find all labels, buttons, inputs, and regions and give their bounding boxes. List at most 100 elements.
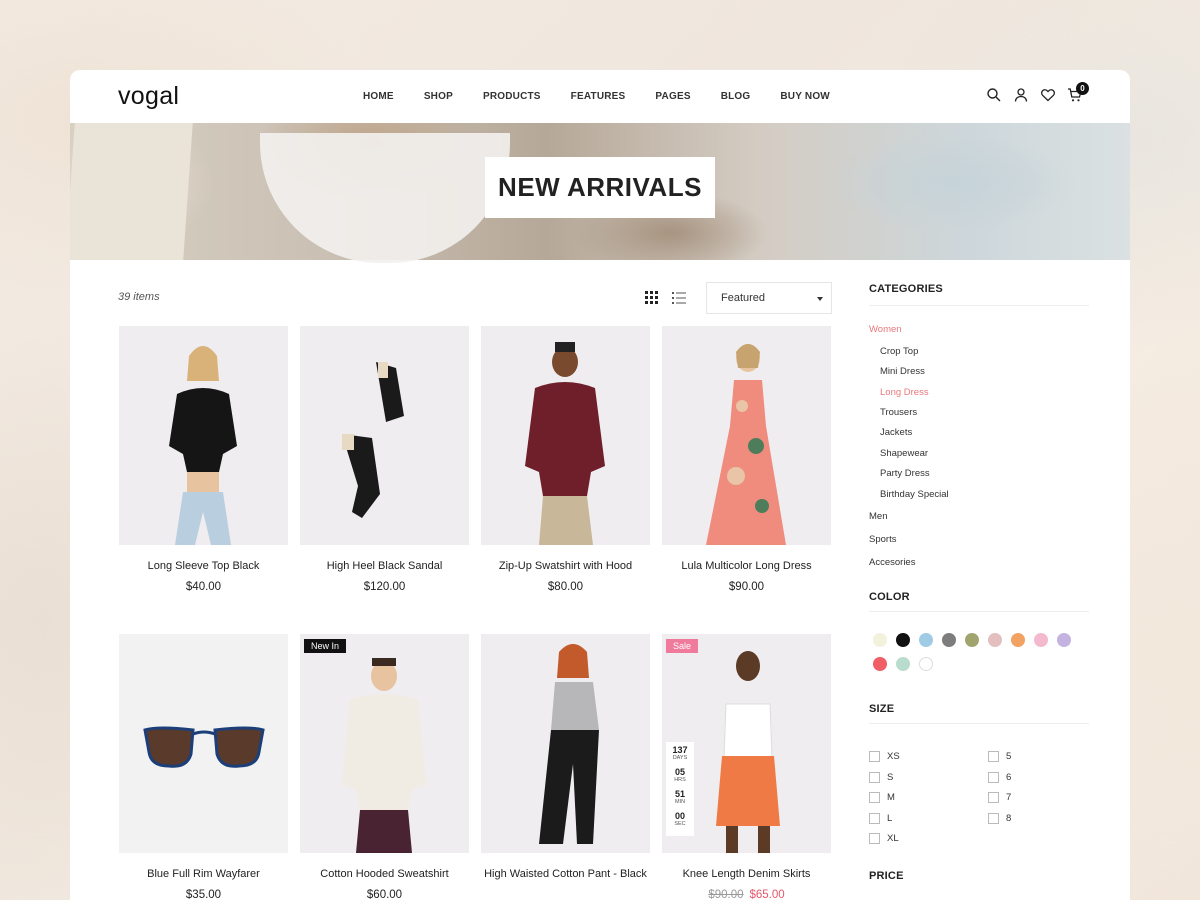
size-label: XL — [887, 833, 899, 844]
product-price-value: $60.00 — [366, 889, 403, 900]
sort-select[interactable]: Featured — [706, 282, 832, 314]
divider — [869, 305, 1089, 306]
nav-buy-now[interactable]: BUY NOW — [780, 91, 830, 102]
color-swatch[interactable] — [896, 633, 910, 647]
logo[interactable]: vogal — [118, 82, 179, 111]
category-jackets[interactable]: Jackets — [880, 427, 912, 438]
size-5-checkbox[interactable]: 5 — [988, 751, 1011, 762]
search-icon[interactable] — [986, 87, 1004, 105]
product-sale-price: $65.00 — [749, 889, 785, 900]
color-swatch[interactable] — [1034, 633, 1048, 647]
category-trousers[interactable]: Trousers — [880, 407, 917, 418]
product-name[interactable]: High Waisted Cotton Pant - Black — [481, 866, 650, 883]
product-price: $90.00 $65.00 — [662, 889, 831, 900]
size-xs-checkbox[interactable]: XS — [869, 751, 900, 762]
checkbox[interactable] — [869, 772, 880, 783]
checkbox[interactable] — [869, 792, 880, 803]
product-name[interactable]: Long Sleeve Top Black — [119, 558, 288, 575]
cart-icon[interactable]: 0 — [1067, 82, 1089, 105]
nav-features[interactable]: FEATURES — [571, 91, 626, 102]
color-swatch[interactable] — [942, 633, 956, 647]
size-8-checkbox[interactable]: 8 — [988, 813, 1011, 824]
category-sports[interactable]: Sports — [869, 534, 896, 545]
category-women[interactable]: Women — [869, 324, 902, 335]
product-price-value: $90.00 — [728, 581, 765, 593]
color-swatch[interactable] — [1011, 633, 1025, 647]
product-name[interactable]: Lula Multicolor Long Dress — [662, 558, 831, 575]
category-accesories[interactable]: Accesories — [869, 557, 915, 568]
size-6-checkbox[interactable]: 6 — [988, 772, 1011, 783]
size-l-checkbox[interactable]: L — [869, 813, 892, 824]
category-mini-dress[interactable]: Mini Dress — [880, 366, 925, 377]
color-swatch[interactable] — [988, 633, 1002, 647]
product-card[interactable]: Long Sleeve Top Black $40.00 — [119, 326, 288, 593]
nav-shop[interactable]: SHOP — [424, 91, 453, 102]
banner-backdrop-bowl — [260, 133, 510, 263]
nav-products[interactable]: PRODUCTS — [483, 91, 541, 102]
size-7-checkbox[interactable]: 7 — [988, 792, 1011, 803]
product-image[interactable] — [481, 326, 650, 545]
banner-backdrop-note — [70, 123, 193, 260]
checkbox[interactable] — [988, 751, 999, 762]
checkbox[interactable] — [869, 751, 880, 762]
grid-view-icon[interactable] — [645, 291, 659, 305]
color-swatch[interactable] — [873, 633, 887, 647]
product-price: $60.00 — [300, 889, 469, 900]
category-men[interactable]: Men — [869, 511, 887, 522]
product-name[interactable]: Knee Length Denim Skirts — [662, 866, 831, 883]
heart-icon[interactable] — [1040, 87, 1058, 105]
user-icon[interactable] — [1013, 87, 1031, 105]
color-swatch[interactable] — [896, 657, 910, 671]
checkbox[interactable] — [988, 772, 999, 783]
category-birthday-special[interactable]: Birthday Special — [880, 489, 949, 500]
product-card[interactable]: Lula Multicolor Long Dress $90.00 — [662, 326, 831, 593]
product-price-value: $120.00 — [363, 581, 406, 593]
product-name[interactable]: Cotton Hooded Sweatshirt — [300, 866, 469, 883]
product-name[interactable]: High Heel Black Sandal — [300, 558, 469, 575]
product-card[interactable]: New In Cotton Hooded Sweatshirt $60.00 — [300, 634, 469, 900]
size-xl-checkbox[interactable]: XL — [869, 833, 899, 844]
countdown-seconds: 00 — [674, 811, 685, 821]
color-swatch[interactable] — [919, 633, 933, 647]
color-swatch[interactable] — [873, 657, 887, 671]
checkbox[interactable] — [988, 792, 999, 803]
product-image[interactable] — [119, 326, 288, 545]
product-name[interactable]: Zip-Up Swatshirt with Hood — [481, 558, 650, 575]
checkbox[interactable] — [869, 833, 880, 844]
product-image[interactable] — [300, 326, 469, 545]
product-card[interactable]: Blue Full Rim Wayfarer $35.00 — [119, 634, 288, 900]
category-crop-top[interactable]: Crop Top — [880, 346, 918, 357]
category-shapewear[interactable]: Shapewear — [880, 448, 928, 459]
nav-blog[interactable]: BLOG — [721, 91, 751, 102]
color-swatch[interactable] — [965, 633, 979, 647]
product-image[interactable] — [481, 634, 650, 853]
size-label: 6 — [1006, 772, 1012, 783]
product-card[interactable]: Sale 137 DAYS 05 HRS 51 MIN 00 SEC Knee … — [662, 634, 831, 900]
nav-home[interactable]: HOME — [363, 91, 394, 102]
checkbox[interactable] — [869, 813, 880, 824]
product-image[interactable]: New In — [300, 634, 469, 853]
size-label: M — [887, 792, 895, 803]
new-in-badge: New In — [304, 639, 347, 653]
size-label: S — [887, 772, 894, 783]
size-label: 8 — [1006, 813, 1012, 824]
product-price: $35.00 — [119, 889, 288, 900]
size-m-checkbox[interactable]: M — [869, 792, 895, 803]
size-heading: SIZE — [869, 703, 895, 715]
size-s-checkbox[interactable]: S — [869, 772, 893, 783]
list-view-icon[interactable] — [672, 291, 686, 305]
product-card[interactable]: High Heel Black Sandal $120.00 — [300, 326, 469, 593]
checkbox[interactable] — [988, 813, 999, 824]
product-image[interactable] — [662, 326, 831, 545]
category-party-dress[interactable]: Party Dress — [880, 468, 930, 479]
product-image[interactable] — [119, 634, 288, 853]
product-card[interactable]: High Waisted Cotton Pant - Black — [481, 634, 650, 883]
product-image[interactable]: Sale 137 DAYS 05 HRS 51 MIN 00 SEC — [662, 634, 831, 853]
sort-selected-value: Featured — [721, 292, 766, 304]
product-card[interactable]: Zip-Up Swatshirt with Hood $80.00 — [481, 326, 650, 593]
category-long-dress[interactable]: Long Dress — [880, 387, 929, 398]
color-swatch[interactable] — [1057, 633, 1071, 647]
product-name[interactable]: Blue Full Rim Wayfarer — [119, 866, 288, 883]
nav-pages[interactable]: PAGES — [655, 91, 690, 102]
color-swatch[interactable] — [919, 657, 933, 671]
